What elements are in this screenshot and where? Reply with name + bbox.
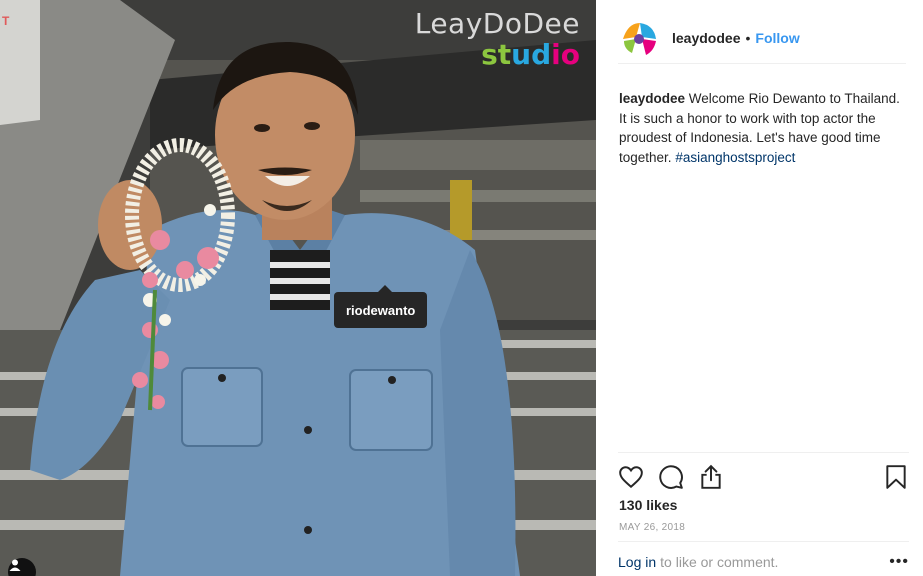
watermark-letter: d <box>531 38 552 71</box>
avatar-logo-icon <box>618 16 660 59</box>
photo-scene <box>0 0 596 576</box>
sign-fragment: T <box>2 14 10 28</box>
post-photo[interactable]: LeayDoDee studio T riodewanto <box>0 0 596 576</box>
comment-button[interactable] <box>658 464 684 490</box>
share-button[interactable] <box>698 464 724 490</box>
post-side-panel: leaydodee • Follow leaydodee Welcome Rio… <box>596 0 923 576</box>
heart-icon <box>619 465 643 488</box>
watermark: LeayDoDee studio <box>415 10 580 69</box>
person-glyph <box>9 559 21 571</box>
caption-hashtag[interactable]: #asianghostsproject <box>675 150 795 165</box>
comment-bar: Log in to like or comment. ••• <box>618 541 909 576</box>
likes-count[interactable]: 130 likes <box>619 497 677 513</box>
post-header: leaydodee • Follow <box>618 12 906 64</box>
comment-icon <box>659 464 683 489</box>
bookmark-icon <box>886 464 906 489</box>
watermark-studio: studio <box>415 41 580 69</box>
comment-prompt-text: to like or comment. <box>660 553 779 570</box>
watermark-letter: i <box>551 38 561 71</box>
login-link[interactable]: Log in <box>618 554 656 570</box>
watermark-leaydodee: LeayDoDee <box>414 7 580 40</box>
share-icon <box>701 464 721 489</box>
watermark-letter: o <box>560 38 580 71</box>
separator-dot: • <box>745 29 751 46</box>
more-options-icon[interactable]: ••• <box>889 553 909 571</box>
avatar[interactable] <box>618 16 660 59</box>
like-button[interactable] <box>618 464 644 490</box>
watermark-letter: s <box>481 38 498 71</box>
post-caption: leaydodee Welcome Rio Dewanto to Thailan… <box>619 89 911 167</box>
watermark-letter: t <box>497 38 512 71</box>
watermark-letter: u <box>511 38 532 71</box>
follow-button[interactable]: Follow <box>755 30 799 46</box>
save-button[interactable] <box>883 464 909 490</box>
post-date: MAY 26, 2018 <box>619 522 686 533</box>
caption-username[interactable]: leaydodee <box>619 91 685 106</box>
user-tag-popup[interactable]: riodewanto <box>334 285 428 328</box>
header-username[interactable]: leaydodee <box>672 30 740 46</box>
action-bar <box>618 452 909 500</box>
